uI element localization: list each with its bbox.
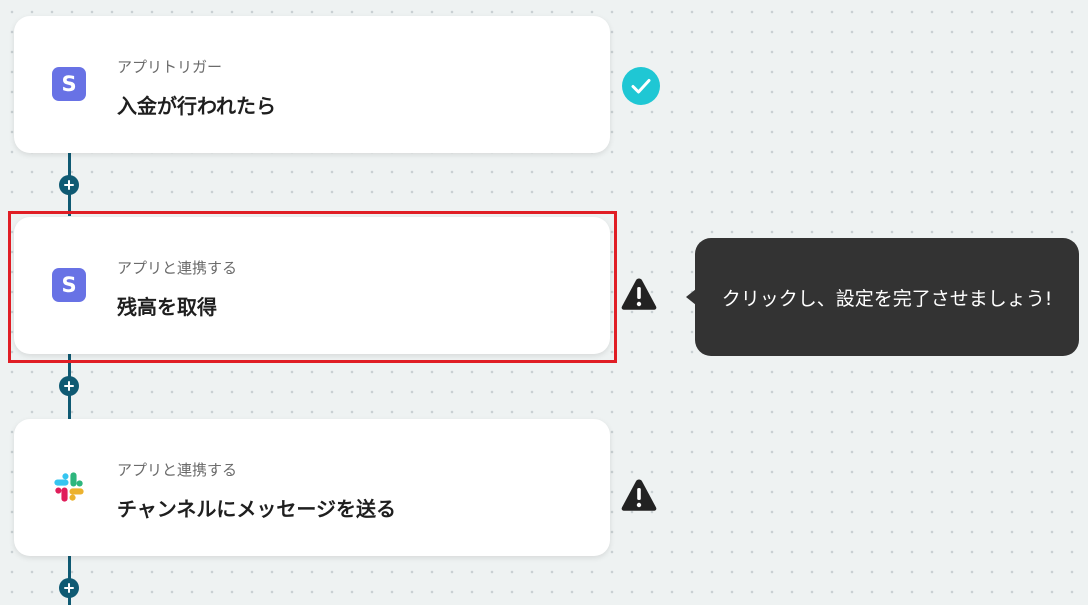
add-step-button[interactable] (59, 175, 79, 195)
check-circle-icon (622, 67, 660, 105)
flow-step-card-send-message[interactable]: アプリと連携する チャンネルにメッセージを送る (14, 419, 610, 556)
step-title: チャンネルにメッセージを送る (117, 497, 396, 521)
warning-icon (621, 278, 657, 310)
step-title: 入金が行われたら (117, 94, 276, 118)
plus-icon (64, 180, 74, 190)
stripe-icon: S (52, 67, 86, 101)
tooltip-text: クリックし、設定を完了させましょう! (721, 287, 1053, 310)
stripe-icon: S (52, 268, 86, 302)
warning-icon (621, 479, 657, 511)
plus-icon (64, 381, 74, 391)
plus-icon (64, 583, 74, 593)
step-title: 残高を取得 (117, 295, 217, 319)
step-type-label: アプリトリガー (117, 58, 223, 76)
step-type-label: アプリと連携する (117, 461, 238, 479)
add-step-button[interactable] (59, 376, 79, 396)
step-type-label: アプリと連携する (117, 259, 238, 277)
slack-icon (54, 472, 84, 502)
flow-step-card-trigger[interactable]: S アプリトリガー 入金が行われたら (14, 16, 610, 153)
add-step-button[interactable] (59, 578, 79, 598)
flow-step-card-get-balance[interactable]: S アプリと連携する 残高を取得 (14, 217, 610, 354)
setup-tooltip: クリックし、設定を完了させましょう! (695, 238, 1079, 356)
